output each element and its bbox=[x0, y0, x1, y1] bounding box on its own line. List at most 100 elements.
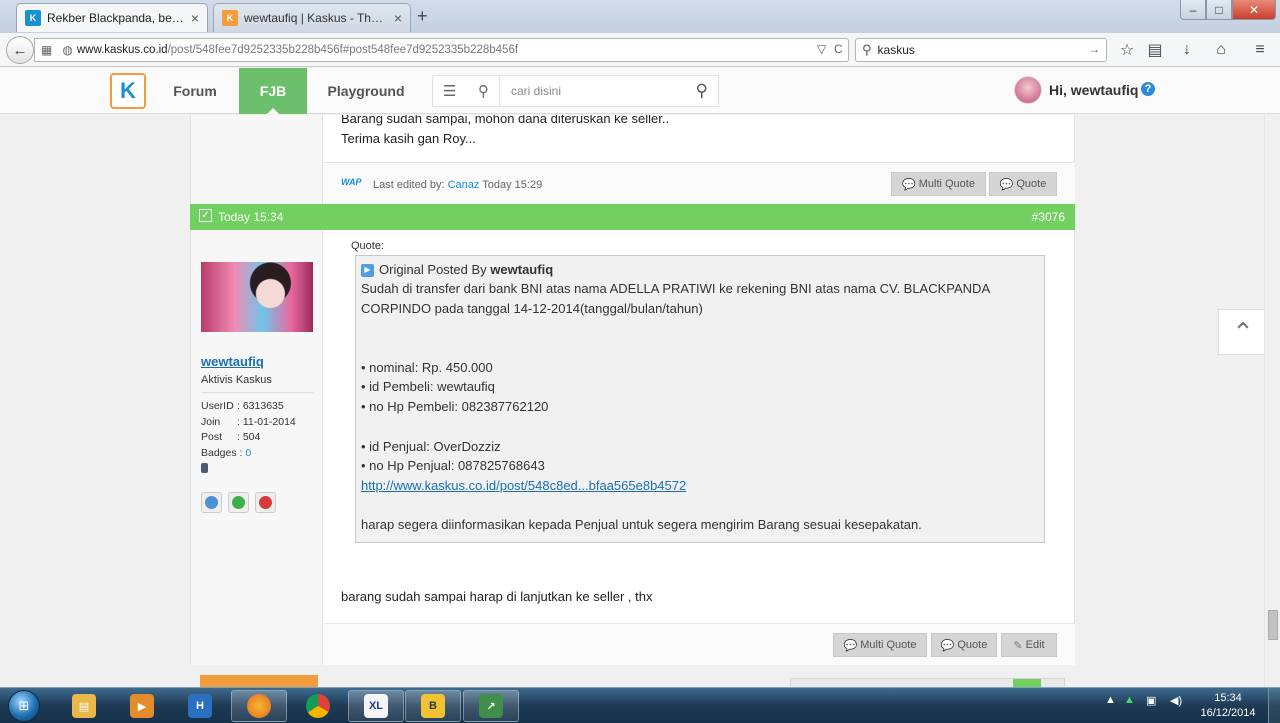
back-button[interactable]: ← bbox=[6, 36, 34, 64]
search-icon[interactable]: ⚲ bbox=[696, 81, 708, 101]
site-header: K Forum FJB Playground ☰ ⚲ cari disini ⚲… bbox=[0, 68, 1280, 114]
taskbar-file-explorer[interactable]: ▤ bbox=[56, 690, 112, 722]
badge-icon[interactable] bbox=[201, 463, 208, 473]
join-row: Join: 11-01-2014 bbox=[201, 416, 296, 428]
quote-author: wewtaufiq bbox=[490, 262, 554, 277]
help-icon[interactable]: ? bbox=[1141, 82, 1155, 96]
multi-quote-button[interactable]: 💬 Multi Quote bbox=[891, 172, 986, 196]
taskbar-media-player[interactable]: ▶ bbox=[114, 690, 170, 722]
checkbox-icon: ✓ bbox=[199, 209, 212, 222]
quote-line: • id Penjual: OverDozziz bbox=[361, 438, 501, 454]
post-date: Today 15:34 bbox=[218, 210, 284, 224]
reload-icon[interactable]: C bbox=[834, 42, 843, 56]
post-number-link[interactable]: #3076 bbox=[1032, 210, 1065, 224]
home-icon[interactable]: ⌂ bbox=[1209, 38, 1233, 62]
avatar[interactable] bbox=[1014, 76, 1042, 104]
tab-profile[interactable]: K wewtaufiq | Kaskus - The L... × bbox=[213, 3, 411, 32]
taskbar-game[interactable]: B bbox=[405, 690, 461, 722]
button-label: Edit bbox=[1025, 639, 1045, 651]
current-page[interactable] bbox=[1013, 679, 1041, 687]
quoted-post-link[interactable]: http://www.kaskus.co.id/post/548c8ed...b… bbox=[361, 478, 686, 493]
scrollbar[interactable] bbox=[1264, 114, 1280, 687]
star-icon[interactable]: ☆ bbox=[1115, 38, 1139, 62]
user-avatar[interactable] bbox=[201, 262, 313, 332]
download-icon[interactable]: ↓ bbox=[1175, 38, 1199, 62]
scrollbar-thumb[interactable] bbox=[1268, 610, 1278, 640]
search-placeholder[interactable]: cari disini bbox=[511, 84, 561, 98]
quote-button[interactable]: 💬 Quote bbox=[989, 172, 1057, 196]
chart-icon: ↗ bbox=[479, 694, 503, 718]
quote-box: ▶ Original Posted By wewtaufiq Sudah di … bbox=[355, 255, 1045, 543]
kaskus-favicon-icon: K bbox=[222, 10, 238, 26]
nav-fjb[interactable]: FJB bbox=[239, 68, 307, 114]
network-status-icon[interactable]: ▲ bbox=[1124, 694, 1135, 706]
quote-line: • id Pembeli: wewtaufiq bbox=[361, 379, 495, 395]
search-bar[interactable]: ⚲ kaskus → bbox=[855, 38, 1107, 62]
nav-playground[interactable]: Playground bbox=[320, 68, 412, 114]
edit-user-link[interactable]: Canaz bbox=[448, 179, 480, 191]
username-link[interactable]: wewtaufiq bbox=[201, 354, 264, 369]
quote-line bbox=[361, 338, 1039, 358]
network-icon[interactable]: ▣ bbox=[1146, 694, 1156, 707]
menu-icon[interactable]: ≡ bbox=[1248, 38, 1272, 62]
reputation-icon[interactable] bbox=[228, 492, 249, 513]
report-icon[interactable] bbox=[255, 492, 276, 513]
user-greeting[interactable]: Hi, wewtaufiq bbox=[1049, 82, 1138, 98]
new-tab-button[interactable]: + bbox=[417, 6, 428, 27]
badges-count-link[interactable]: 0 bbox=[245, 447, 251, 459]
multi-quote-button[interactable]: 💬 Multi Quote bbox=[833, 633, 927, 657]
badges-row: Badges : 0 bbox=[201, 447, 251, 459]
post-count-row: Post: 504 bbox=[201, 431, 260, 443]
taskbar-chrome[interactable] bbox=[290, 690, 346, 722]
location-pin-icon[interactable]: ⚲ bbox=[478, 82, 489, 100]
post-count-value: : 504 bbox=[237, 431, 261, 443]
back-to-top-button[interactable]: ⌃ bbox=[1218, 309, 1268, 355]
taskbar-xl[interactable]: XL bbox=[348, 690, 404, 722]
dropdown-icon[interactable]: ▽ bbox=[817, 42, 826, 56]
edit-button[interactable]: ✎ Edit bbox=[1001, 633, 1057, 657]
post-body: Barang sudah sampai, mohon dana diterusk… bbox=[341, 115, 669, 149]
reading-list-icon[interactable]: ▤ bbox=[1143, 38, 1167, 62]
clock-date: 16/12/2014 bbox=[1200, 707, 1256, 719]
speech-bubbles-icon: 💬 bbox=[843, 639, 858, 652]
browser-navbar: ← ▦ ◍ www.kaskus.co.id /post/548fee7d925… bbox=[0, 33, 1280, 67]
maximize-button[interactable]: □ bbox=[1206, 0, 1232, 20]
taskbar-h-app[interactable]: H bbox=[172, 690, 228, 722]
quote-button[interactable]: 💬 Quote bbox=[931, 633, 997, 657]
show-hidden-icons[interactable]: ▲ bbox=[1105, 694, 1116, 706]
list-icon[interactable]: ☰ bbox=[443, 82, 456, 100]
arrow-right-icon[interactable]: → bbox=[1088, 42, 1100, 56]
kaskus-logo[interactable]: K bbox=[110, 73, 146, 109]
post-footer: WAP Last edited by: Canaz Today 15:29 💬 M… bbox=[324, 162, 1075, 204]
join-label: Join bbox=[201, 416, 221, 428]
close-tab-icon[interactable]: × bbox=[394, 10, 402, 26]
show-desktop-button[interactable] bbox=[1268, 688, 1280, 723]
site-search[interactable]: ☰ ⚲ cari disini ⚲ bbox=[432, 75, 719, 107]
start-button[interactable]: ⊞ bbox=[8, 690, 40, 722]
taskbar-chart-app[interactable]: ↗ bbox=[463, 690, 519, 722]
button-label: Quote bbox=[1016, 178, 1047, 190]
tab-rekber[interactable]: K Rekber Blackpanda, belanj... × bbox=[16, 3, 208, 32]
button-label: Quote bbox=[957, 639, 988, 651]
taskbar-firefox[interactable] bbox=[231, 690, 287, 722]
system-clock[interactable]: 15:34 16/12/2014 bbox=[1196, 691, 1260, 721]
close-window-button[interactable]: ✕ bbox=[1232, 0, 1276, 20]
minimize-button[interactable]: – bbox=[1180, 0, 1206, 20]
arrow-left-icon: ← bbox=[12, 41, 28, 59]
alert-icon bbox=[259, 496, 272, 509]
reply-button[interactable] bbox=[200, 675, 318, 687]
close-tab-icon[interactable]: × bbox=[191, 10, 199, 26]
volume-icon[interactable]: ◀) bbox=[1170, 694, 1182, 707]
view-post-icon[interactable]: ▶ bbox=[361, 263, 374, 277]
post-header-bar: ✓ Today 15:34 #3076 bbox=[190, 204, 1075, 230]
nav-forum[interactable]: Forum bbox=[160, 68, 230, 114]
quote-line bbox=[361, 496, 1039, 516]
chrome-icon bbox=[306, 694, 330, 718]
post: wewtaufiq Aktivis Kaskus UserID: 6313635… bbox=[190, 230, 1075, 665]
profile-icon[interactable] bbox=[201, 492, 222, 513]
pagination[interactable] bbox=[790, 678, 1065, 687]
user-id-row: UserID: 6313635 bbox=[201, 400, 284, 412]
user-panel bbox=[191, 115, 323, 204]
url-bar[interactable]: ▦ ◍ www.kaskus.co.id /post/548fee7d92523… bbox=[34, 38, 849, 62]
edit-time: Today 15:29 bbox=[479, 179, 543, 191]
